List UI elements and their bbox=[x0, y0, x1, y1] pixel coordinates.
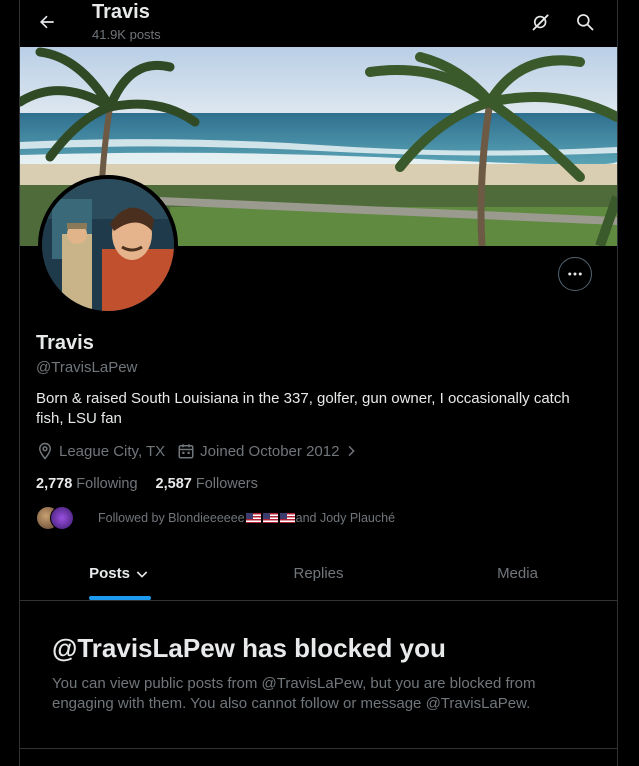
location-item: League City, TX bbox=[36, 442, 165, 460]
profile-meta: League City, TX Joined October 2012 bbox=[36, 442, 371, 460]
joined-text: Joined October 2012 bbox=[200, 442, 340, 460]
display-name: Travis bbox=[36, 332, 94, 354]
location-pin-icon bbox=[38, 442, 52, 460]
followed-by-row[interactable]: Followed by Blondieeeeee and Jody Plauch… bbox=[36, 506, 395, 530]
following-count[interactable]: 2,778 bbox=[36, 476, 72, 492]
us-flag-icon bbox=[262, 513, 278, 523]
profile-tabs: Posts Replies Media bbox=[20, 547, 617, 601]
posts-count: 41.9K posts bbox=[92, 27, 161, 42]
header-title: Travis bbox=[92, 1, 150, 23]
grok-icon bbox=[532, 14, 549, 31]
divider bbox=[20, 748, 617, 749]
search-icon bbox=[577, 14, 594, 31]
follow-counts: 2,778 Following 2,587 Followers bbox=[36, 476, 276, 492]
profile-column: Travis 41.9K posts Travis @TravisLaPew B… bbox=[19, 0, 618, 766]
location-text: League City, TX bbox=[59, 442, 166, 460]
tab-posts[interactable]: Posts bbox=[20, 547, 219, 600]
tab-media-label: Media bbox=[497, 565, 538, 582]
tab-replies[interactable]: Replies bbox=[219, 547, 418, 600]
followed-by-prefix: Followed by Blondieeeeee bbox=[98, 511, 245, 525]
grok-button[interactable] bbox=[528, 9, 554, 35]
profile-avatar[interactable] bbox=[38, 175, 178, 315]
tab-active-indicator bbox=[88, 596, 151, 600]
joined-item[interactable]: Joined October 2012 bbox=[177, 442, 359, 460]
back-button[interactable] bbox=[34, 9, 60, 35]
chevron-right-icon bbox=[348, 445, 356, 457]
chevron-down-icon bbox=[136, 570, 148, 578]
follower-avatar bbox=[50, 506, 74, 530]
tab-media[interactable]: Media bbox=[418, 547, 617, 600]
profile-bio: Born & raised South Louisiana in the 337… bbox=[36, 390, 570, 427]
search-button[interactable] bbox=[572, 9, 598, 35]
blocked-title: @TravisLaPew has blocked you bbox=[52, 633, 446, 663]
blocked-message: You can view public posts from @TravisLa… bbox=[52, 675, 536, 712]
more-options-button[interactable] bbox=[558, 257, 592, 291]
tab-posts-label: Posts bbox=[89, 565, 130, 582]
us-flag-icon bbox=[279, 513, 295, 523]
profile-header: Travis 41.9K posts bbox=[20, 0, 617, 47]
followers-count[interactable]: 2,587 bbox=[156, 476, 192, 492]
followed-by-suffix: and Jody Plauché bbox=[295, 511, 396, 525]
following-label[interactable]: Following bbox=[76, 476, 137, 492]
followers-label[interactable]: Followers bbox=[196, 476, 258, 492]
us-flag-icon bbox=[245, 513, 261, 523]
more-horizontal-icon bbox=[568, 272, 582, 276]
tab-replies-label: Replies bbox=[293, 565, 344, 582]
calendar-icon bbox=[178, 444, 194, 459]
user-handle: @TravisLaPew bbox=[36, 359, 138, 376]
arrow-left-icon bbox=[40, 15, 54, 29]
